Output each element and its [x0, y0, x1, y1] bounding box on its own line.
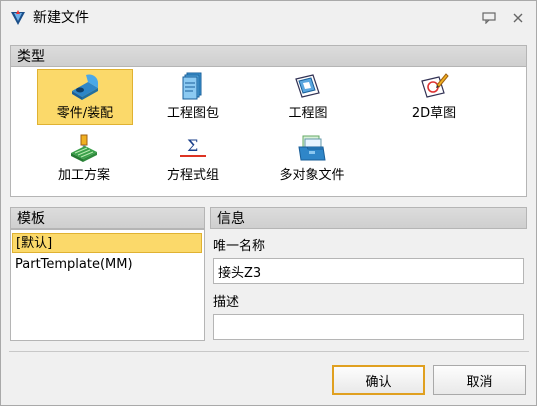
type-drawing[interactable]: 工程图	[260, 69, 356, 125]
ok-button[interactable]: 确认	[332, 365, 425, 395]
machining-plan-icon	[71, 134, 97, 162]
template-list: [默认] PartTemplate(MM)	[10, 229, 205, 341]
template-item-default[interactable]: [默认]	[12, 233, 202, 253]
description-input[interactable]	[213, 314, 524, 340]
svg-text:Σ: Σ	[187, 136, 198, 155]
help-button[interactable]	[480, 9, 498, 27]
new-file-dialog: 新建文件 类型 零件/装配 工程图包 工程图 2D草图 加工方案 Σ 方程式组 …	[0, 0, 537, 406]
type-part-assembly[interactable]: 零件/装配	[37, 69, 133, 125]
type-panel: 零件/装配 工程图包 工程图 2D草图 加工方案 Σ 方程式组 多对象文件	[10, 66, 527, 197]
sketch-2d-icon	[421, 73, 449, 98]
type-drawing-package[interactable]: 工程图包	[145, 69, 241, 125]
type-label: 工程图	[288, 106, 328, 121]
type-equation-set[interactable]: Σ 方程式组	[145, 131, 241, 187]
type-label: 多对象文件	[279, 168, 345, 183]
type-label: 加工方案	[57, 168, 110, 183]
comment-icon	[482, 12, 496, 24]
drawing-package-icon	[182, 72, 202, 100]
info-section-header: 信息	[210, 207, 527, 229]
footer-divider	[9, 351, 529, 352]
type-label: 工程图包	[166, 106, 219, 121]
type-label: 方程式组	[166, 168, 219, 183]
cancel-button[interactable]: 取消	[433, 365, 526, 395]
type-multi-object-file[interactable]: 多对象文件	[260, 131, 364, 187]
part-assembly-icon	[72, 74, 98, 100]
type-label: 2D草图	[411, 106, 457, 121]
template-item-part-mm[interactable]: PartTemplate(MM)	[12, 255, 202, 275]
window-title: 新建文件	[33, 10, 89, 26]
drawing-icon	[295, 74, 320, 98]
close-icon	[513, 13, 523, 23]
equation-set-icon: Σ	[180, 136, 206, 157]
type-sketch-2d[interactable]: 2D草图	[386, 69, 482, 125]
type-label: 零件/装配	[56, 106, 114, 121]
app-logo-icon	[11, 10, 25, 25]
type-section-header: 类型	[10, 45, 527, 67]
close-button[interactable]	[509, 9, 527, 27]
unique-name-label: 唯一名称	[213, 239, 266, 254]
type-machining-plan[interactable]: 加工方案	[29, 131, 139, 187]
unique-name-input[interactable]	[213, 258, 524, 284]
template-section-header: 模板	[10, 207, 205, 229]
multi-object-file-icon	[298, 135, 326, 161]
description-label: 描述	[213, 295, 240, 310]
title-bar: 新建文件	[1, 1, 536, 35]
